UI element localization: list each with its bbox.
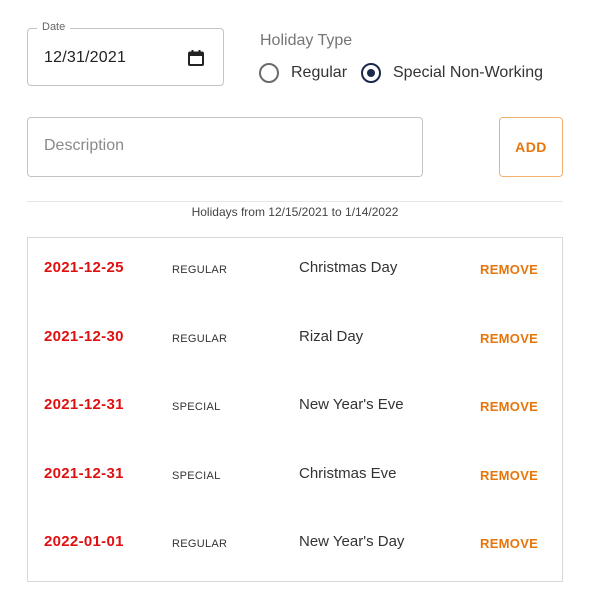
divider xyxy=(27,201,563,202)
holiday-date: 2021-12-30 xyxy=(44,328,124,345)
holiday-name: New Year's Eve xyxy=(299,396,404,413)
date-field-value[interactable]: 12/31/2021 xyxy=(44,49,126,67)
description-field[interactable] xyxy=(27,117,423,177)
holiday-row: 2021-12-30 REGULAR Rizal Day REMOVE xyxy=(28,307,562,375)
holiday-type: REGULAR xyxy=(172,264,228,276)
holiday-row: 2021-12-31 SPECIAL Christmas Eve REMOVE xyxy=(28,444,562,512)
add-button[interactable]: ADD xyxy=(499,117,563,177)
remove-button[interactable]: REMOVE xyxy=(478,468,540,483)
holiday-type: REGULAR xyxy=(172,538,228,550)
holiday-name: New Year's Day xyxy=(299,533,405,550)
holiday-date: 2021-12-31 xyxy=(44,396,124,413)
holiday-row: 2022-01-01 REGULAR New Year's Day REMOVE xyxy=(28,512,562,580)
radio-regular-circle[interactable] xyxy=(259,63,279,83)
holidays-range-caption: Holidays from 12/15/2021 to 1/14/2022 xyxy=(191,205,399,219)
date-field[interactable]: Date 12/31/2021 xyxy=(27,21,224,86)
holiday-page: Date 12/31/2021 Holiday Type Regular Spe… xyxy=(0,0,592,611)
holiday-date: 2022-01-01 xyxy=(44,533,124,550)
date-field-label: Date xyxy=(37,21,71,33)
holiday-list: 2021-12-25 REGULAR Christmas Day REMOVE … xyxy=(27,237,563,582)
calendar-icon[interactable] xyxy=(187,49,205,67)
holiday-type: SPECIAL xyxy=(172,401,221,413)
holiday-type-legend: Holiday Type xyxy=(260,32,353,49)
holiday-row: 2021-12-31 SPECIAL New Year's Eve REMOVE xyxy=(28,375,562,443)
remove-button[interactable]: REMOVE xyxy=(478,399,540,414)
remove-button[interactable]: REMOVE xyxy=(478,262,540,277)
radio-regular-label[interactable]: Regular xyxy=(291,64,347,82)
remove-button[interactable]: REMOVE xyxy=(478,536,540,551)
holiday-name: Rizal Day xyxy=(299,328,364,345)
holiday-name: Christmas Eve xyxy=(299,465,397,482)
radio-option-special-non-working[interactable]: Special Non-Working xyxy=(361,62,543,84)
description-input[interactable] xyxy=(42,136,406,156)
holiday-type: REGULAR xyxy=(172,333,228,345)
holiday-row: 2021-12-25 REGULAR Christmas Day REMOVE xyxy=(28,238,562,306)
holiday-name: Christmas Day xyxy=(299,259,398,276)
remove-button[interactable]: REMOVE xyxy=(478,331,540,346)
radio-option-regular[interactable]: Regular xyxy=(259,62,347,84)
holiday-date: 2021-12-25 xyxy=(44,259,124,276)
radio-special-circle[interactable] xyxy=(361,63,381,83)
radio-special-label[interactable]: Special Non-Working xyxy=(393,64,543,82)
holiday-type: SPECIAL xyxy=(172,470,221,482)
holiday-date: 2021-12-31 xyxy=(44,465,124,482)
